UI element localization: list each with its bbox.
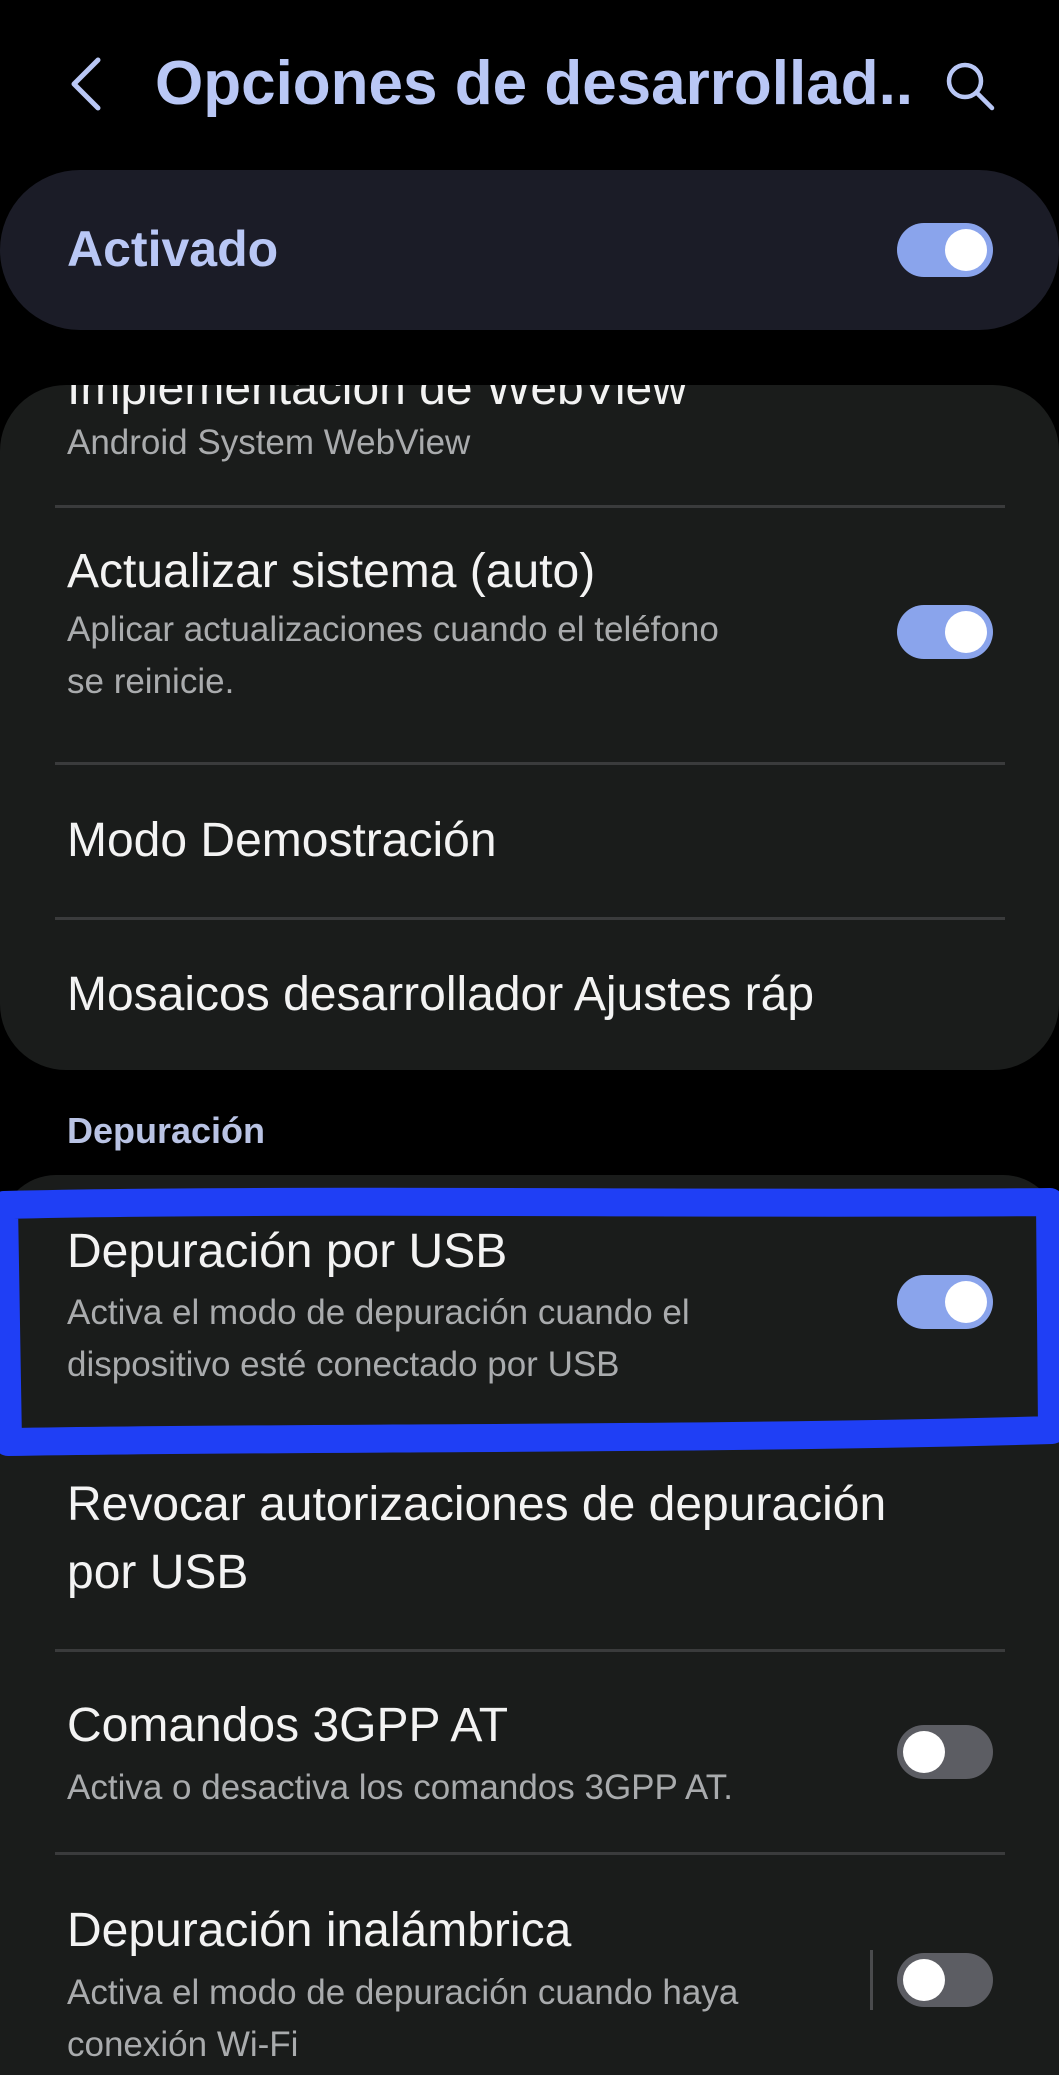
settings-group-debugging: Depuración por USB Activa el modo de dep… bbox=[0, 1175, 1059, 2075]
setting-subtitle: dispositivo esté conectado por USB bbox=[67, 1345, 620, 1384]
setting-title: Depuración por USB bbox=[67, 1225, 508, 1278]
master-toggle[interactable] bbox=[897, 223, 993, 277]
setting-usb-debugging[interactable]: Depuración por USB Activa el modo de dep… bbox=[0, 1175, 1059, 1430]
setting-title: Mosaicos desarrollador Ajustes ráp bbox=[67, 968, 815, 1021]
setting-subtitle: Android System WebView bbox=[67, 423, 471, 462]
setting-auto-system-update[interactable]: Actualizar sistema (auto) Aplicar actual… bbox=[0, 508, 1059, 762]
section-header-debugging: Depuración bbox=[67, 1110, 266, 1151]
setting-subtitle: Activa el modo de depuración cuando haya bbox=[67, 1973, 739, 2012]
app-header: Opciones de desarrollad... bbox=[0, 0, 1059, 170]
settings-group-general: Implementación de WebView Android System… bbox=[0, 385, 1059, 1070]
toggle-knob bbox=[903, 1959, 945, 2001]
setting-subtitle: Activa o desactiva los comandos 3GPP AT. bbox=[67, 1768, 733, 1807]
usb-debugging-toggle[interactable] bbox=[897, 1275, 993, 1329]
toggle-knob bbox=[945, 1281, 987, 1323]
setting-title: Actualizar sistema (auto) bbox=[67, 545, 596, 598]
toggle-knob bbox=[945, 611, 987, 653]
setting-revoke-usb-authorizations[interactable]: Revocar autorizaciones de depuración por… bbox=[0, 1433, 1059, 1649]
chevron-left-icon bbox=[71, 57, 101, 111]
3gpp-at-commands-toggle[interactable] bbox=[897, 1725, 993, 1779]
auto-update-toggle[interactable] bbox=[897, 605, 993, 659]
setting-wireless-debugging[interactable]: Depuración inalámbrica Activa el modo de… bbox=[0, 1855, 1059, 2075]
setting-subtitle: Activa el modo de depuración cuando el bbox=[67, 1293, 690, 1332]
master-switch-label: Activado bbox=[67, 221, 279, 277]
back-button[interactable] bbox=[62, 54, 112, 114]
developer-options-master-switch[interactable]: Activado bbox=[0, 170, 1059, 330]
setting-title: Modo Demostración bbox=[67, 814, 497, 867]
search-icon bbox=[946, 62, 995, 111]
setting-subtitle: conexión Wi-Fi bbox=[67, 2025, 299, 2064]
setting-demo-mode[interactable]: Modo Demostración bbox=[0, 765, 1059, 917]
page-title: Opciones de desarrollad... bbox=[155, 49, 915, 118]
setting-title: por USB bbox=[67, 1546, 249, 1599]
toggle-separator bbox=[870, 1950, 873, 2010]
wireless-debugging-toggle[interactable] bbox=[897, 1953, 993, 2007]
setting-title: Depuración inalámbrica bbox=[67, 1904, 572, 1957]
setting-title: Comandos 3GPP AT bbox=[67, 1699, 509, 1752]
toggle-knob bbox=[945, 229, 987, 271]
toggle-knob bbox=[903, 1731, 945, 1773]
setting-title: Revocar autorizaciones de depuración bbox=[67, 1478, 887, 1531]
setting-webview-implementation[interactable]: Implementación de WebView Android System… bbox=[0, 385, 1059, 505]
search-button[interactable] bbox=[942, 58, 998, 114]
setting-quick-settings-tiles[interactable]: Mosaicos desarrollador Ajustes ráp bbox=[0, 920, 1059, 1070]
setting-subtitle: Aplicar actualizaciones cuando el teléfo… bbox=[67, 610, 719, 649]
setting-subtitle: se reinicie. bbox=[67, 662, 235, 701]
setting-3gpp-at-commands[interactable]: Comandos 3GPP AT Activa o desactiva los … bbox=[0, 1652, 1059, 1852]
